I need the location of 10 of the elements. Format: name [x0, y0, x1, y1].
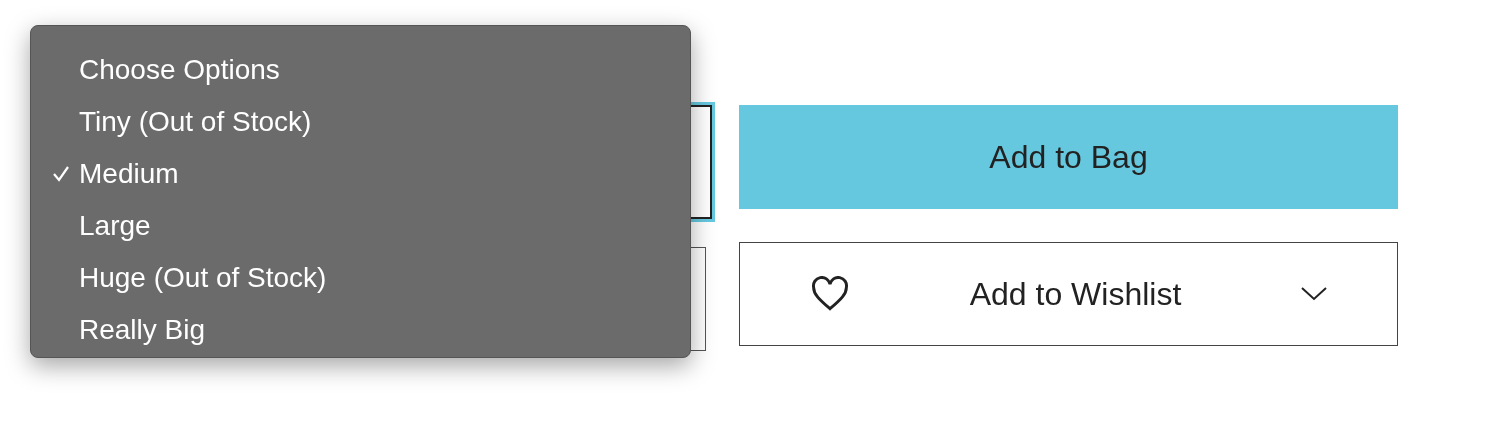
- dropdown-option[interactable]: Tiny (Out of Stock): [31, 96, 690, 148]
- wishlist-button[interactable]: Add to Wishlist: [739, 242, 1398, 346]
- heart-icon: [810, 276, 850, 312]
- add-to-bag-button[interactable]: Add to Bag: [739, 105, 1398, 209]
- chevron-down-icon: [1301, 287, 1327, 301]
- dropdown-option[interactable]: Huge (Out of Stock): [31, 252, 690, 304]
- dropdown-option[interactable]: Really Big: [31, 304, 690, 356]
- dropdown-option[interactable]: Large: [31, 200, 690, 252]
- dropdown-option[interactable]: Choose Options: [31, 44, 690, 96]
- dropdown-option[interactable]: Medium: [31, 148, 690, 200]
